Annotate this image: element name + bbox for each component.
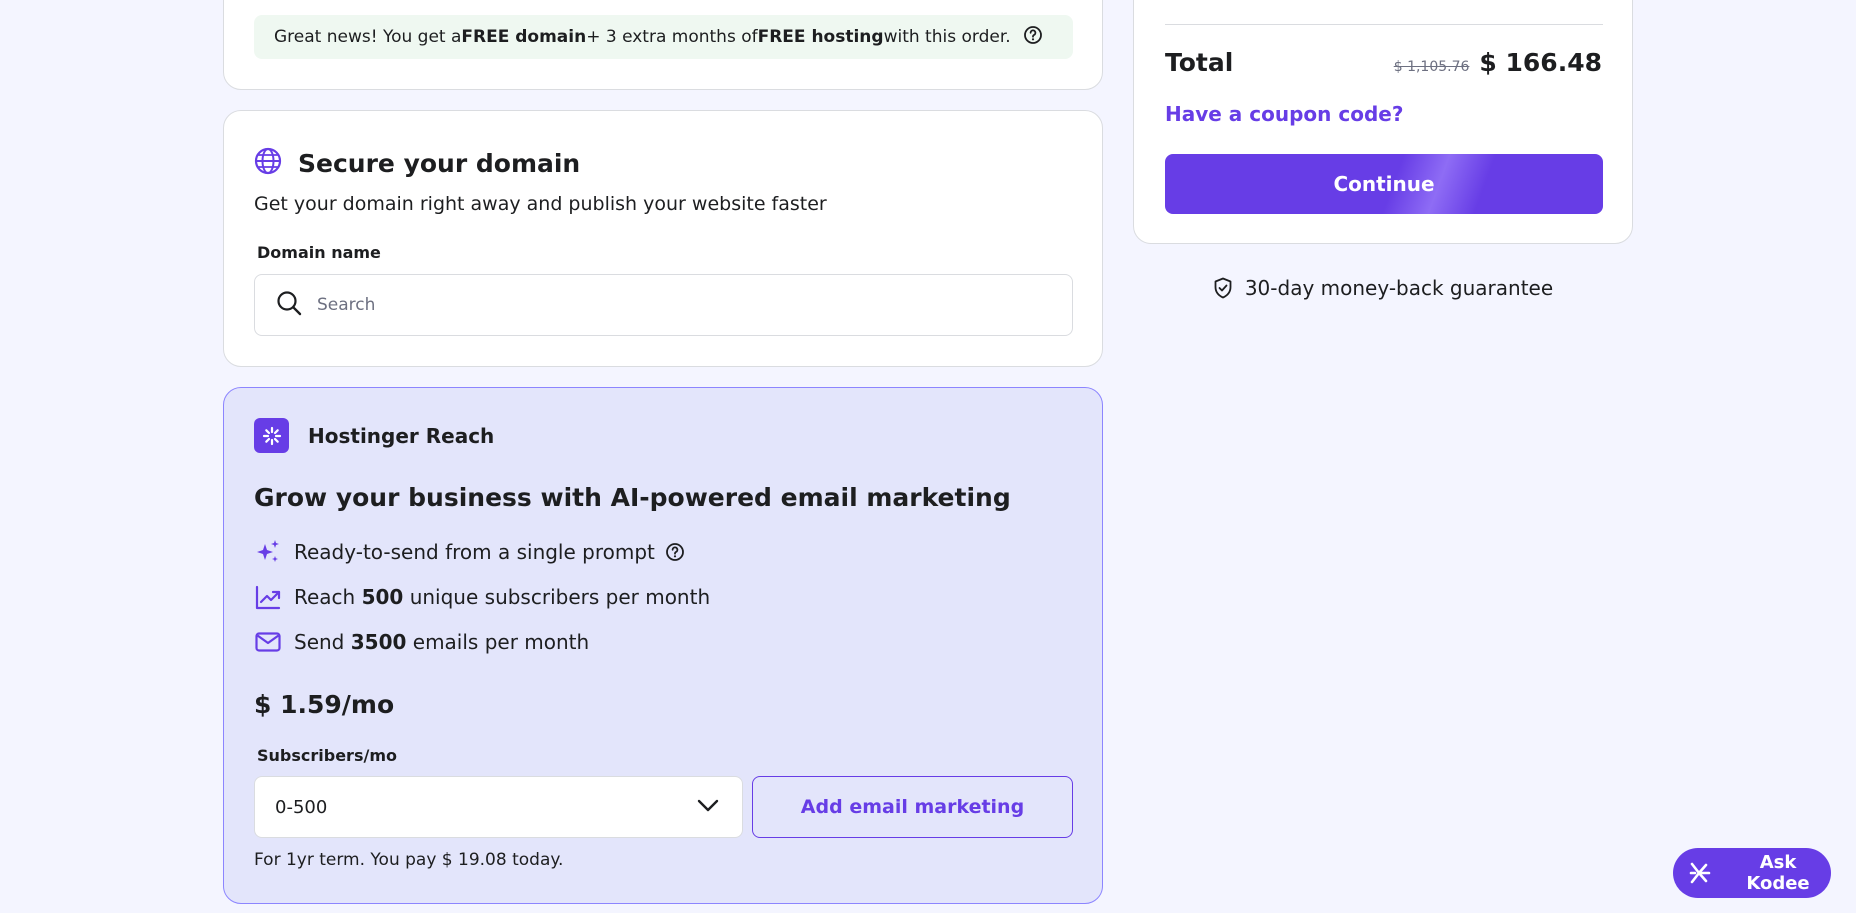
feature-text: Send 3500 emails per month [294,630,590,654]
promo-text-middle: + 3 extra months of [586,27,758,47]
mail-icon [254,628,282,656]
help-circle-icon[interactable] [665,542,685,562]
reach-header: Hostinger Reach [254,418,494,453]
subscribers-select[interactable]: 0-500 [254,776,743,838]
promo-card: Great news! You get a FREE domain + 3 ex… [223,0,1103,90]
reach-card: Hostinger Reach Grow your business with … [223,387,1103,904]
ask-kodee-label: Ask Kodee [1746,852,1810,894]
domain-name-label: Domain name [257,243,381,262]
domain-title: Secure your domain [298,148,581,178]
term-note: For 1yr term. You pay $ 19.08 today. [254,850,564,870]
total-label: Total [1165,48,1234,77]
domain-header: Secure your domain [254,147,580,179]
money-back-guarantee: 30-day money-back guarantee [1133,276,1633,300]
domain-search-input[interactable] [317,295,1017,315]
checkout-page: Great news! You get a FREE domain + 3 ex… [0,0,1856,913]
feature-text: Reach 500 unique subscribers per month [294,585,711,609]
globe-icon [254,147,282,179]
subscribers-label: Subscribers/mo [257,746,397,765]
search-icon [275,289,303,321]
total-prices: $ 1,105.76 $ 166.48 [1394,48,1602,77]
sparkles-icon [254,538,282,566]
shield-check-icon [1213,277,1233,299]
promo-banner: Great news! You get a FREE domain + 3 ex… [254,15,1073,59]
promo-free-domain: FREE domain [461,27,587,47]
order-summary-card: Total $ 1,105.76 $ 166.48 Have a coupon … [1133,0,1633,244]
feature-text: Ready-to-send from a single prompt [294,540,655,564]
add-email-marketing-button[interactable]: Add email marketing [752,776,1073,838]
feature-item: Ready-to-send from a single prompt [254,538,685,566]
summary-divider [1165,24,1603,25]
reach-headline: Grow your business with AI-powered email… [254,483,1011,512]
coupon-code-link[interactable]: Have a coupon code? [1165,102,1403,126]
help-circle-icon[interactable] [1023,25,1043,50]
continue-button[interactable]: Continue [1165,154,1603,214]
reach-price: $ 1.59/mo [254,690,395,719]
promo-text-suffix: with this order. [883,27,1011,47]
subscribers-selected-value: 0-500 [275,796,328,818]
domain-card: Secure your domain Get your domain right… [223,110,1103,367]
reach-product-name: Hostinger Reach [308,423,495,448]
kodee-spark-icon [1687,860,1713,886]
domain-subtitle: Get your domain right away and publish y… [254,193,827,215]
feature-item: Send 3500 emails per month [254,628,589,656]
reach-logo-icon [254,418,289,453]
promo-text-prefix: Great news! You get a [274,27,462,47]
promo-free-hosting: FREE hosting [757,27,884,47]
chevron-down-icon [696,793,720,822]
feature-item: Reach 500 unique subscribers per month [254,583,710,611]
trend-chart-icon [254,583,282,611]
total-price: $ 166.48 [1479,48,1602,77]
guarantee-text: 30-day money-back guarantee [1244,276,1554,300]
old-price: $ 1,105.76 [1393,59,1470,75]
ask-kodee-button[interactable]: Ask Kodee [1673,848,1831,898]
domain-search-box[interactable] [254,274,1073,336]
